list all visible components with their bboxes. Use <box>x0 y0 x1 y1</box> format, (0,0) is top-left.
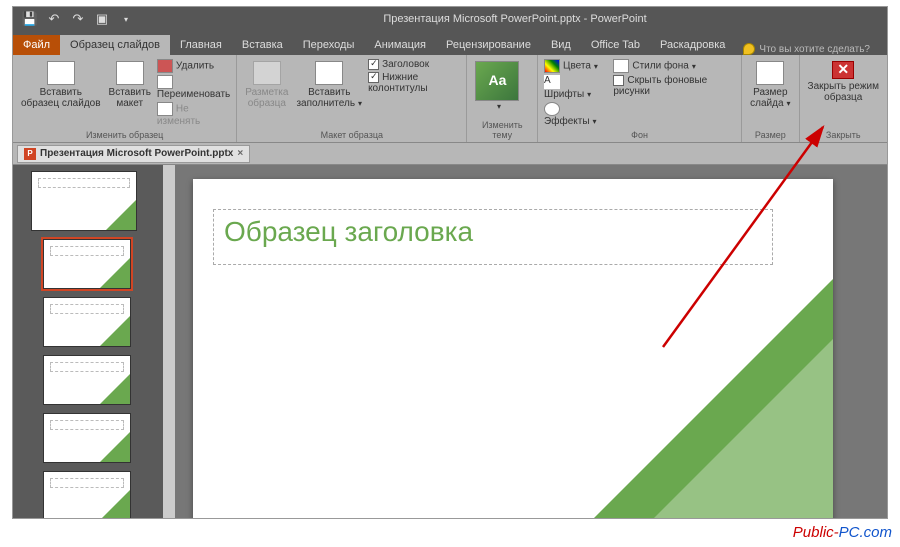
effects-dropdown[interactable]: Эффекты▾ <box>544 102 609 127</box>
colors-dropdown[interactable]: Цвета▾ <box>544 59 609 73</box>
tell-me-placeholder: Что вы хотите сделать? <box>759 44 870 55</box>
title-checkbox[interactable]: Заголовок <box>368 59 460 70</box>
preserve-button: Не изменять <box>157 102 230 127</box>
tab-view[interactable]: Вид <box>541 35 581 55</box>
group-label: Макет образца <box>243 128 460 142</box>
document-tabs: P Презентация Microsoft PowerPoint.pptx … <box>13 143 887 165</box>
master-layout-icon <box>253 61 281 85</box>
layout-thumbnail[interactable] <box>43 297 131 347</box>
ribbon-tabs: Файл Образец слайдов Главная Вставка Пер… <box>13 31 887 55</box>
tell-me-search[interactable]: Что вы хотите сделать? <box>743 43 870 55</box>
layout-thumbnail[interactable] <box>43 239 131 289</box>
tab-transitions[interactable]: Переходы <box>293 35 365 55</box>
group-label: Фон <box>544 128 735 142</box>
tab-home[interactable]: Главная <box>170 35 232 55</box>
checkbox-icon <box>368 72 379 83</box>
chevron-down-icon: ▾ <box>358 99 362 108</box>
placeholder-icon <box>315 61 343 85</box>
title-text: Образец заголовка <box>224 216 473 247</box>
slide-editor[interactable]: Образец заголовка <box>175 165 887 518</box>
layout-thumbnail[interactable] <box>43 413 131 463</box>
rename-icon <box>157 75 173 89</box>
document-tab[interactable]: P Презентация Microsoft PowerPoint.pptx … <box>17 145 250 163</box>
group-edit-master: Вставить образец слайдов Вставить макет … <box>13 55 237 142</box>
tab-animation[interactable]: Анимация <box>364 35 436 55</box>
title-placeholder[interactable]: Образец заголовка <box>213 209 773 265</box>
rename-button[interactable]: Переименовать <box>157 75 230 100</box>
group-close: ✕ Закрыть режим образца Закрыть <box>800 55 887 142</box>
tab-review[interactable]: Рецензирование <box>436 35 541 55</box>
group-label: Закрыть <box>806 128 881 142</box>
background-styles-dropdown[interactable]: Стили фона▾ <box>613 59 735 73</box>
app-window: 💾 ↶ ↷ ▣ ▾ Презентация Microsoft PowerPoi… <box>12 6 888 519</box>
group-background: Цвета▾ AШрифты▾ Эффекты▾ Стили фона▾ Скр… <box>538 55 742 142</box>
effects-icon <box>544 102 560 116</box>
insert-layout-button[interactable]: Вставить макет <box>107 59 153 111</box>
group-edit-theme: Aa ▾ Изменить тему <box>467 55 538 142</box>
tab-slide-master[interactable]: Образец слайдов <box>60 35 170 55</box>
tab-office[interactable]: Office Tab <box>581 35 650 55</box>
vertical-ruler <box>163 165 175 518</box>
insert-slide-master-button[interactable]: Вставить образец слайдов <box>19 59 103 111</box>
delete-button[interactable]: Удалить <box>157 59 230 73</box>
master-thumbnail[interactable] <box>31 171 137 231</box>
group-label: Изменить тему <box>473 118 531 142</box>
checkbox-icon <box>613 75 624 86</box>
tab-storyboard[interactable]: Раскадровка <box>650 35 735 55</box>
fonts-icon: A <box>544 75 560 89</box>
slide-canvas[interactable]: Образец заголовка <box>193 179 833 518</box>
document-tab-label: Презентация Microsoft PowerPoint.pptx <box>40 148 233 159</box>
slide-master-icon <box>47 61 75 85</box>
slide-size-button[interactable]: Размер слайда▾ <box>748 59 792 111</box>
hide-bg-checkbox[interactable]: Скрыть фоновые рисунки <box>613 75 735 97</box>
window-title: Презентация Microsoft PowerPoint.pptx - … <box>143 13 887 25</box>
checkbox-icon <box>368 59 379 70</box>
slide-size-icon <box>756 61 784 85</box>
delete-icon <box>157 59 173 73</box>
undo-icon[interactable]: ↶ <box>45 10 63 28</box>
bulb-icon <box>743 43 755 55</box>
close-master-view-button[interactable]: ✕ Закрыть режим образца <box>806 59 881 105</box>
customize-qat-icon[interactable]: ▾ <box>117 10 135 28</box>
powerpoint-icon: P <box>24 148 36 160</box>
layout-thumbnail[interactable] <box>43 355 131 405</box>
watermark: Public-PC.com <box>793 524 892 541</box>
tab-insert[interactable]: Вставка <box>232 35 293 55</box>
titlebar: 💾 ↶ ↷ ▣ ▾ Презентация Microsoft PowerPoi… <box>13 7 887 31</box>
colors-icon <box>544 59 560 73</box>
save-icon[interactable]: 💾 <box>21 10 39 28</box>
chevron-down-icon: ▾ <box>497 103 501 112</box>
redo-icon[interactable]: ↷ <box>69 10 87 28</box>
quick-access-toolbar: 💾 ↶ ↷ ▣ ▾ <box>13 10 143 28</box>
fonts-dropdown[interactable]: AШрифты▾ <box>544 75 609 100</box>
theme-icon: Aa <box>475 61 519 101</box>
start-slideshow-icon[interactable]: ▣ <box>93 10 111 28</box>
group-master-layout: Разметка образца Вставить заполнитель▾ З… <box>237 55 467 142</box>
themes-button[interactable]: Aa ▾ <box>473 59 521 114</box>
layout-thumbnail[interactable] <box>43 471 131 518</box>
preserve-icon <box>157 102 173 116</box>
tab-file[interactable]: Файл <box>13 35 60 55</box>
slide-background-shape <box>633 339 833 518</box>
group-size: Размер слайда▾ Размер <box>742 55 799 142</box>
bg-styles-icon <box>613 59 629 73</box>
layout-icon <box>116 61 144 85</box>
group-label: Изменить образец <box>19 128 230 142</box>
thumbnail-pane[interactable] <box>13 165 163 518</box>
ribbon: Вставить образец слайдов Вставить макет … <box>13 55 887 143</box>
workspace: Образец заголовка <box>13 165 887 518</box>
close-tab-icon[interactable]: × <box>237 148 243 159</box>
insert-placeholder-button[interactable]: Вставить заполнитель▾ <box>294 59 364 111</box>
footers-checkbox[interactable]: Нижние колонтитулы <box>368 72 460 94</box>
group-label: Размер <box>748 128 792 142</box>
master-layout-button: Разметка образца <box>243 59 290 111</box>
close-icon: ✕ <box>832 61 854 79</box>
